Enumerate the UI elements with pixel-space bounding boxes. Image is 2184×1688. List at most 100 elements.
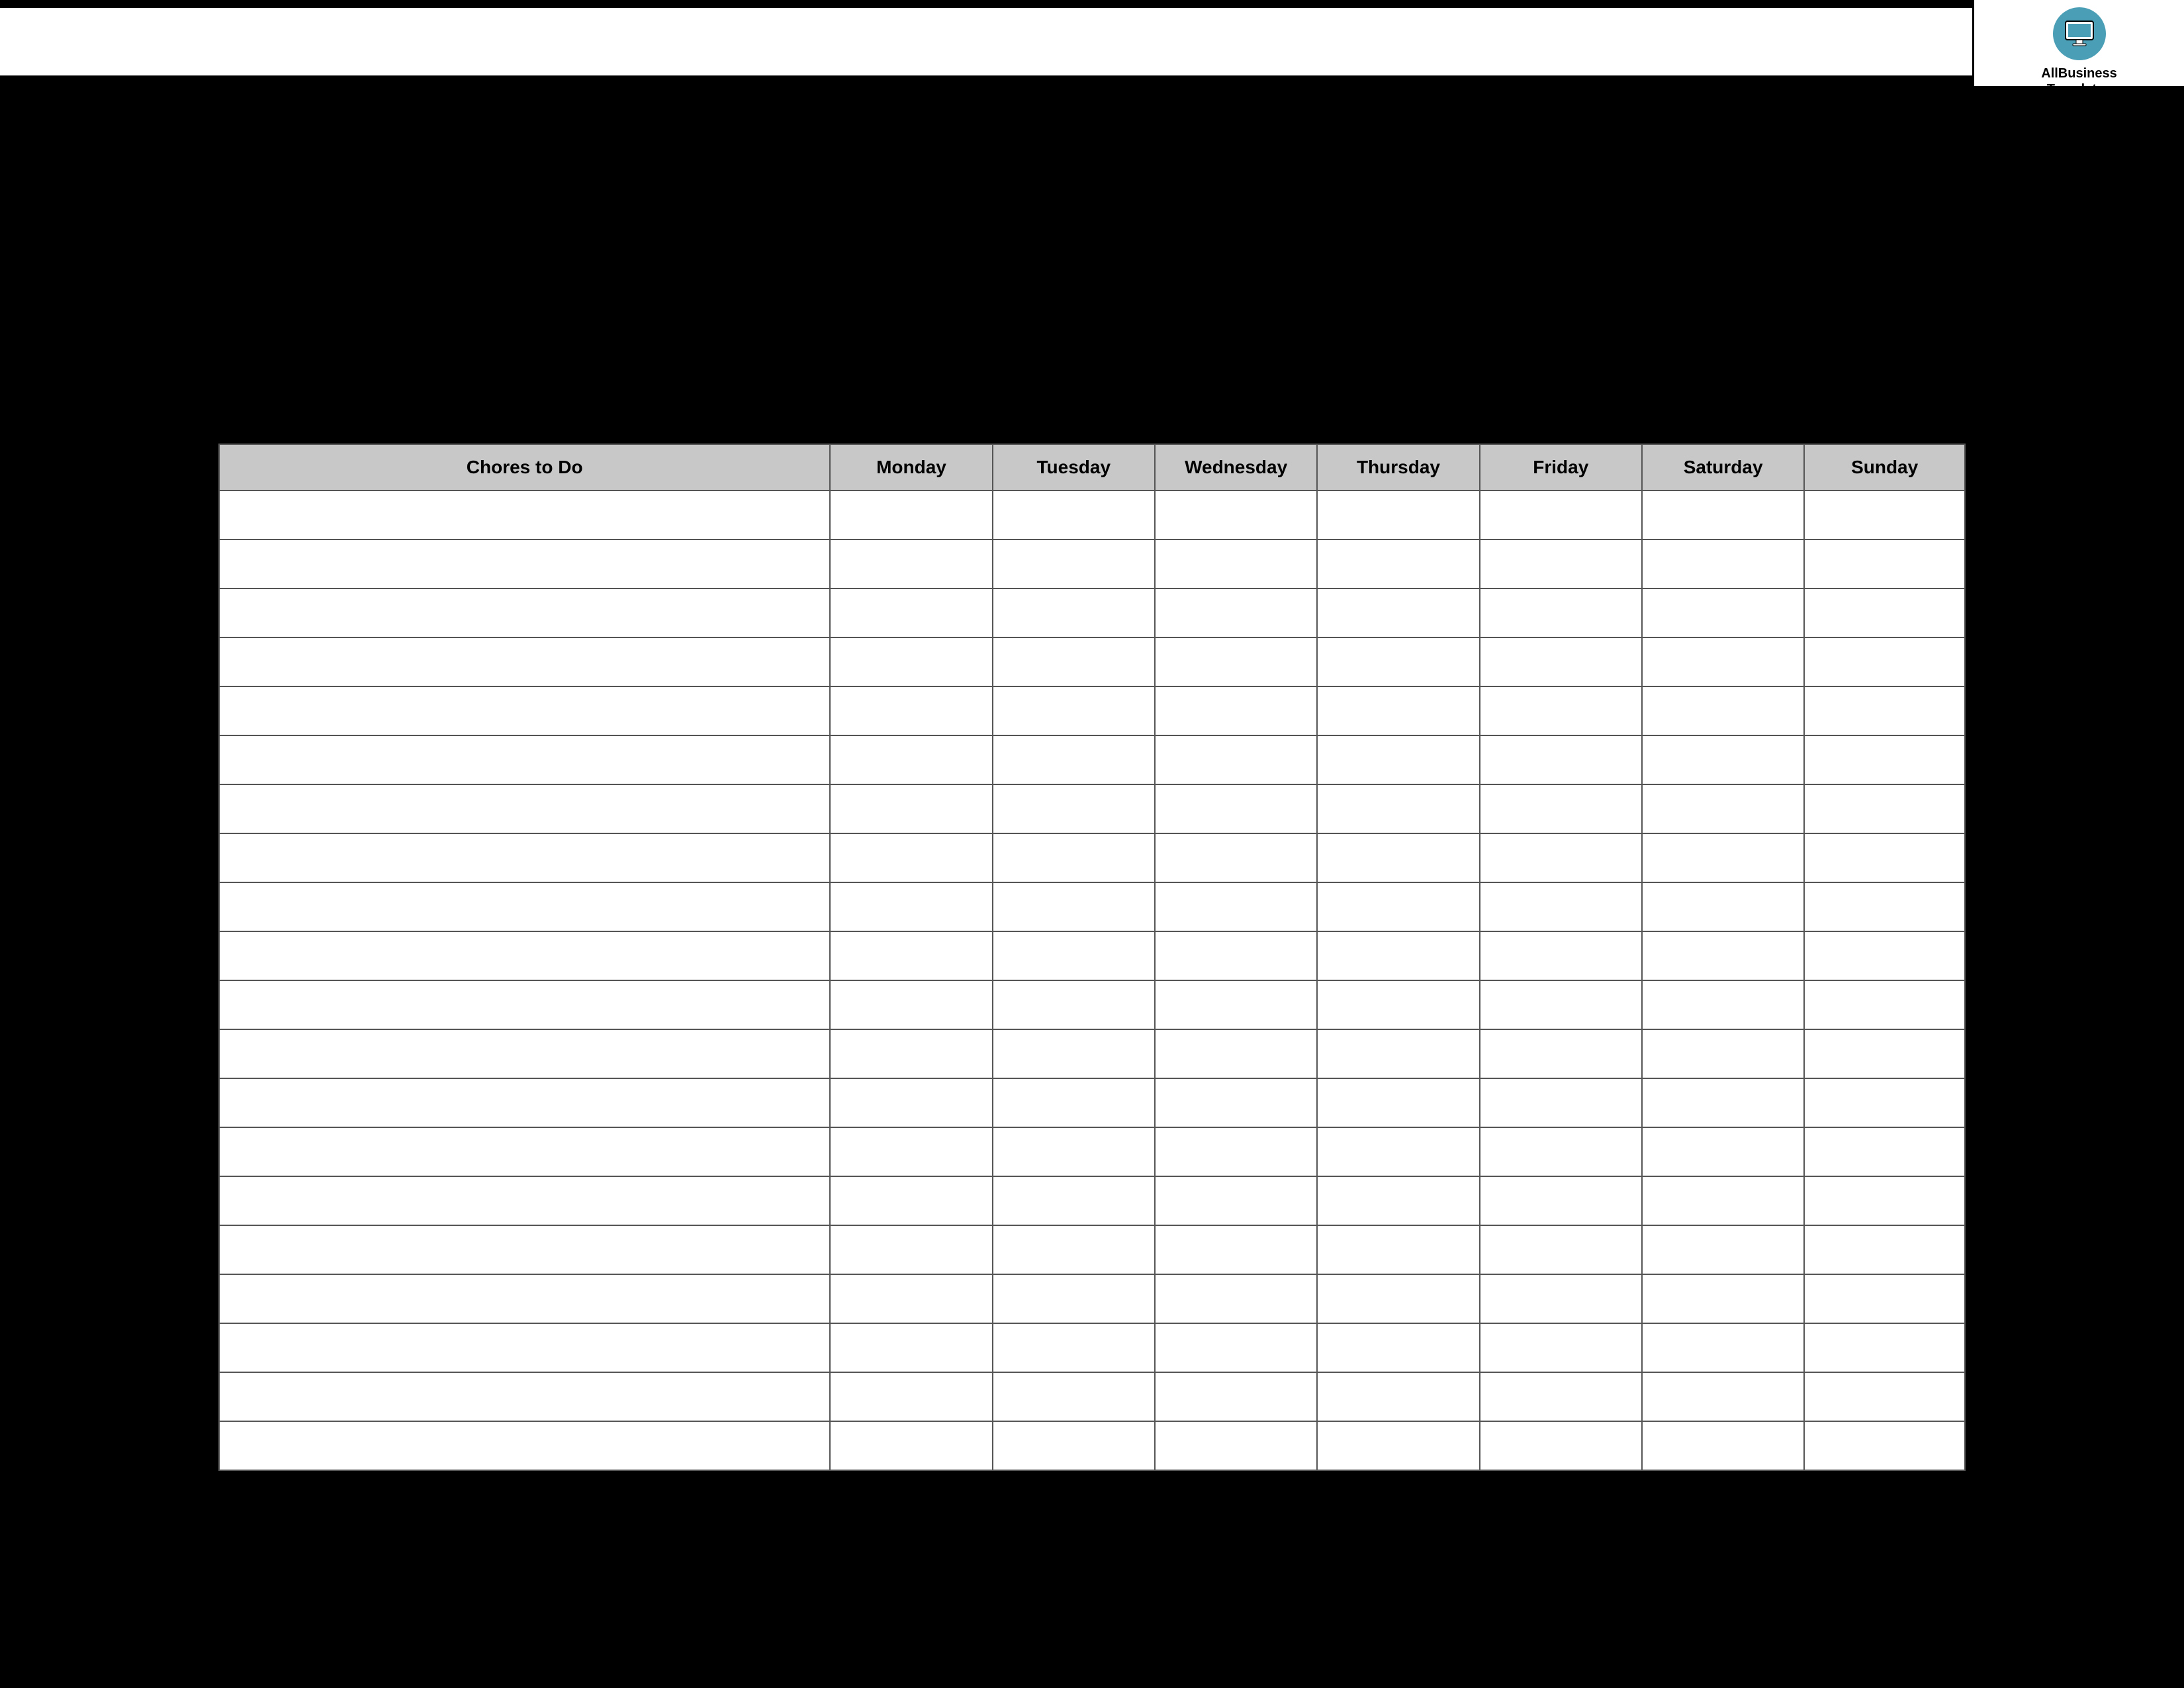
- table-cell[interactable]: [993, 882, 1155, 931]
- table-cell[interactable]: [1642, 931, 1804, 980]
- table-cell[interactable]: [993, 1127, 1155, 1176]
- table-cell[interactable]: [1480, 1323, 1642, 1372]
- table-cell[interactable]: [993, 1225, 1155, 1274]
- table-cell[interactable]: [1155, 491, 1317, 539]
- table-cell[interactable]: [1480, 931, 1642, 980]
- table-row[interactable]: [219, 1421, 1965, 1470]
- table-row[interactable]: [219, 1176, 1965, 1225]
- table-cell[interactable]: [830, 1421, 992, 1470]
- table-cell[interactable]: [1155, 1176, 1317, 1225]
- table-cell[interactable]: [1642, 833, 1804, 882]
- table-cell[interactable]: [1804, 882, 1965, 931]
- table-cell[interactable]: [219, 1225, 830, 1274]
- table-cell[interactable]: [830, 1225, 992, 1274]
- table-cell[interactable]: [1317, 1323, 1479, 1372]
- table-cell[interactable]: [1480, 735, 1642, 784]
- table-cell[interactable]: [1317, 735, 1479, 784]
- table-cell[interactable]: [993, 1029, 1155, 1078]
- table-cell[interactable]: [219, 1372, 830, 1421]
- table-cell[interactable]: [1804, 539, 1965, 588]
- table-cell[interactable]: [993, 784, 1155, 833]
- table-cell[interactable]: [1480, 1029, 1642, 1078]
- table-cell[interactable]: [1480, 1078, 1642, 1127]
- table-cell[interactable]: [1642, 491, 1804, 539]
- table-cell[interactable]: [993, 1274, 1155, 1323]
- table-cell[interactable]: [993, 980, 1155, 1029]
- table-cell[interactable]: [1317, 1127, 1479, 1176]
- table-cell[interactable]: [1155, 686, 1317, 735]
- table-cell[interactable]: [1480, 1274, 1642, 1323]
- table-cell[interactable]: [1480, 1372, 1642, 1421]
- table-row[interactable]: [219, 1372, 1965, 1421]
- table-cell[interactable]: [1804, 1323, 1965, 1372]
- table-cell[interactable]: [1480, 1176, 1642, 1225]
- table-cell[interactable]: [1642, 686, 1804, 735]
- table-cell[interactable]: [1804, 1274, 1965, 1323]
- table-cell[interactable]: [1155, 1421, 1317, 1470]
- table-cell[interactable]: [1317, 686, 1479, 735]
- table-cell[interactable]: [219, 1274, 830, 1323]
- table-cell[interactable]: [1804, 1078, 1965, 1127]
- table-cell[interactable]: [219, 980, 830, 1029]
- table-cell[interactable]: [1642, 980, 1804, 1029]
- table-row[interactable]: [219, 931, 1965, 980]
- table-cell[interactable]: [1804, 980, 1965, 1029]
- table-row[interactable]: [219, 539, 1965, 588]
- table-cell[interactable]: [219, 882, 830, 931]
- table-row[interactable]: [219, 882, 1965, 931]
- table-cell[interactable]: [1317, 980, 1479, 1029]
- table-cell[interactable]: [1480, 539, 1642, 588]
- table-cell[interactable]: [1480, 686, 1642, 735]
- table-row[interactable]: [219, 833, 1965, 882]
- table-cell[interactable]: [1642, 1176, 1804, 1225]
- table-row[interactable]: [219, 784, 1965, 833]
- table-cell[interactable]: [830, 539, 992, 588]
- table-cell[interactable]: [830, 833, 992, 882]
- table-cell[interactable]: [1480, 980, 1642, 1029]
- table-cell[interactable]: [1317, 1421, 1479, 1470]
- table-cell[interactable]: [1155, 882, 1317, 931]
- table-cell[interactable]: [1804, 686, 1965, 735]
- table-cell[interactable]: [1317, 1078, 1479, 1127]
- table-cell[interactable]: [1317, 637, 1479, 686]
- table-cell[interactable]: [1642, 1225, 1804, 1274]
- table-cell[interactable]: [830, 1372, 992, 1421]
- table-cell[interactable]: [1642, 1421, 1804, 1470]
- table-cell[interactable]: [1317, 1029, 1479, 1078]
- table-row[interactable]: [219, 686, 1965, 735]
- table-cell[interactable]: [830, 1176, 992, 1225]
- table-cell[interactable]: [830, 686, 992, 735]
- table-cell[interactable]: [1480, 1225, 1642, 1274]
- table-cell[interactable]: [219, 1127, 830, 1176]
- table-cell[interactable]: [1317, 833, 1479, 882]
- table-cell[interactable]: [830, 1127, 992, 1176]
- table-cell[interactable]: [1804, 833, 1965, 882]
- table-cell[interactable]: [1155, 980, 1317, 1029]
- table-cell[interactable]: [830, 882, 992, 931]
- table-cell[interactable]: [830, 1029, 992, 1078]
- table-row[interactable]: [219, 1127, 1965, 1176]
- table-cell[interactable]: [1155, 1274, 1317, 1323]
- table-cell[interactable]: [830, 735, 992, 784]
- table-cell[interactable]: [219, 1176, 830, 1225]
- table-cell[interactable]: [1480, 588, 1642, 637]
- table-row[interactable]: [219, 1029, 1965, 1078]
- table-cell[interactable]: [219, 539, 830, 588]
- table-cell[interactable]: [1155, 1372, 1317, 1421]
- table-cell[interactable]: [830, 1274, 992, 1323]
- table-cell[interactable]: [993, 833, 1155, 882]
- table-cell[interactable]: [830, 588, 992, 637]
- table-cell[interactable]: [993, 539, 1155, 588]
- table-cell[interactable]: [1480, 637, 1642, 686]
- table-cell[interactable]: [1480, 882, 1642, 931]
- table-cell[interactable]: [1155, 1029, 1317, 1078]
- table-cell[interactable]: [993, 1372, 1155, 1421]
- table-cell[interactable]: [993, 686, 1155, 735]
- table-cell[interactable]: [219, 931, 830, 980]
- table-cell[interactable]: [1642, 539, 1804, 588]
- table-cell[interactable]: [993, 1078, 1155, 1127]
- table-row[interactable]: [219, 637, 1965, 686]
- table-cell[interactable]: [1155, 637, 1317, 686]
- table-cell[interactable]: [1480, 491, 1642, 539]
- table-cell[interactable]: [1804, 784, 1965, 833]
